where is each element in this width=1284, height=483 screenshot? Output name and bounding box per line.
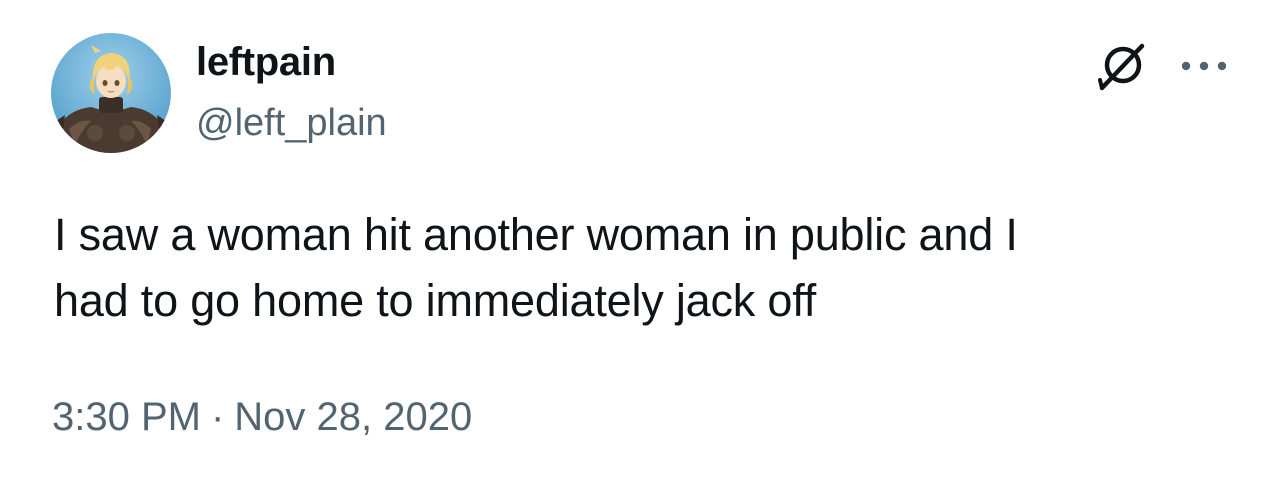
display-name[interactable]: leftpain [196, 38, 336, 86]
avatar-image [51, 33, 171, 153]
user-handle[interactable]: @left_plain [196, 100, 387, 146]
tweet-card: leftpain @left_plain I saw a woman hit a… [0, 0, 1284, 483]
more-options-icon[interactable] [1178, 56, 1230, 76]
meta-separator: · [210, 395, 225, 439]
tweet-text: I saw a woman hit another woman in publi… [54, 209, 1018, 326]
grok-icon[interactable] [1096, 40, 1148, 92]
tweet-date[interactable]: Nov 28, 2020 [234, 395, 472, 439]
avatar[interactable] [51, 33, 171, 153]
tweet-time[interactable]: 3:30 PM [52, 395, 201, 439]
tweet-timestamp[interactable]: 3:30 PM · Nov 28, 2020 [52, 392, 472, 442]
